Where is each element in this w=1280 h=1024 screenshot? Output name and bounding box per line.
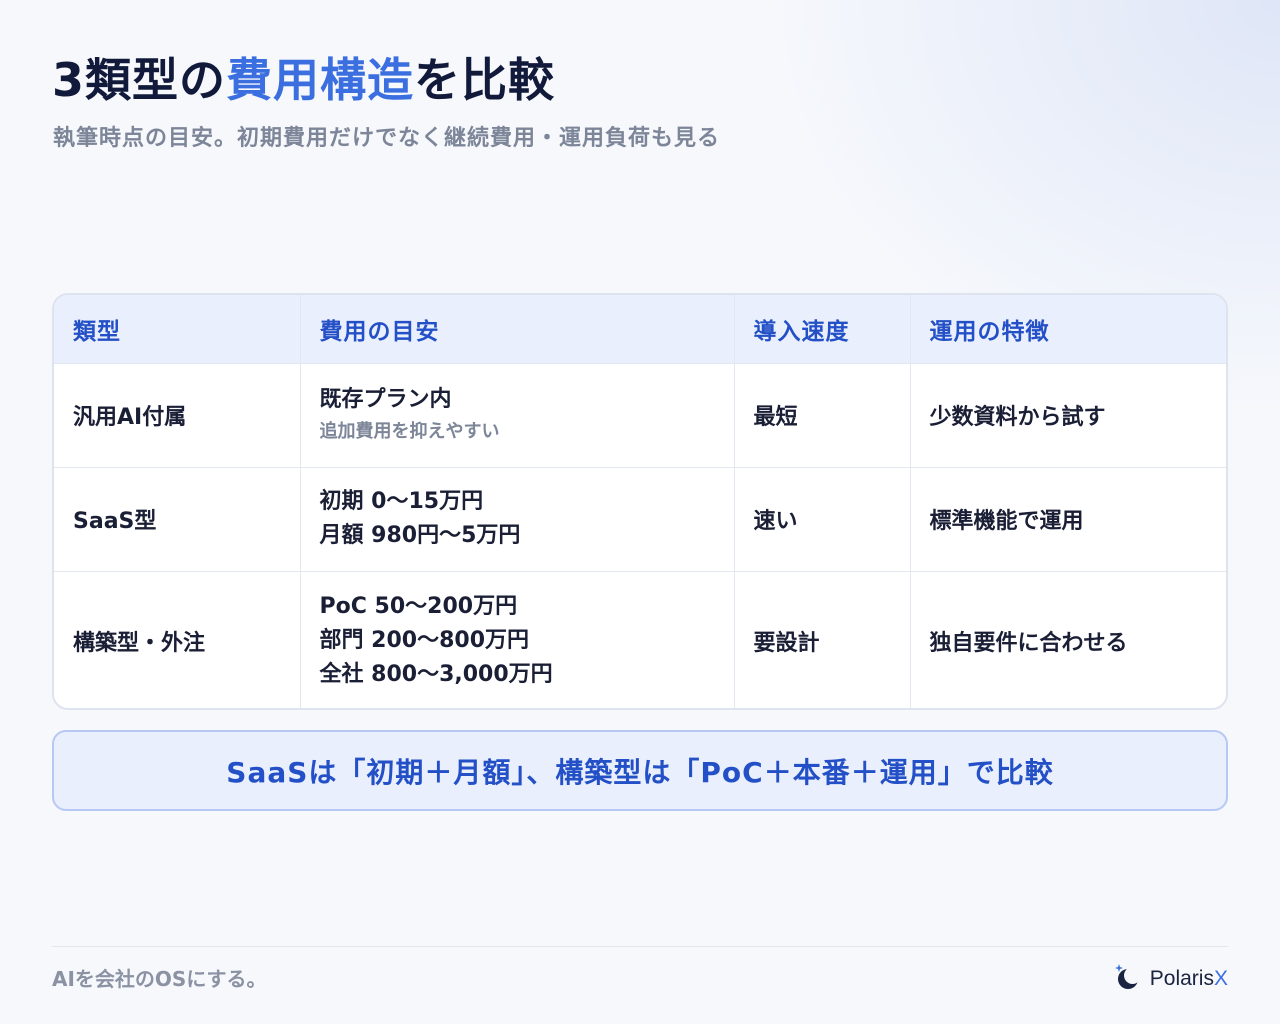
header-cost: 費用の目安 [300, 295, 735, 364]
footer-divider [52, 946, 1228, 947]
comparison-table: 類型 費用の目安 導入速度 運用の特徴 汎用AI付属 既存プラン内 追加費用を抑… [52, 293, 1228, 710]
table-row: SaaS型 初期 0〜15万円 月額 980円〜5万円 速い 標準機能で運用 [54, 467, 1226, 572]
cost-line: 月額 980円〜5万円 [319, 523, 521, 548]
moon-star-logo-icon [1112, 962, 1144, 996]
table-row: 構築型・外注 PoC 50〜200万円 部門 200〜800万円 全社 800〜… [54, 571, 1226, 708]
cell-speed: 要設計 [734, 571, 911, 708]
cell-speed: 速い [734, 467, 911, 572]
cell-speed: 最短 [734, 363, 911, 468]
cell-type: 構築型・外注 [54, 571, 301, 708]
brand-logo: PolarisX [1112, 962, 1228, 996]
cell-feature: 少数資料から試す [910, 363, 1226, 468]
cell-feature: 独自要件に合わせる [929, 630, 1128, 656]
cost-line: 既存プラン内 [319, 387, 452, 412]
title-accent: 費用構造 [226, 53, 415, 107]
footer-tagline: AIを会社のOSにする。 [52, 967, 267, 991]
page-title: 3類型の費用構造を比較 [52, 44, 555, 110]
title-suffix: を比較 [414, 53, 556, 107]
cost-line: 初期 0〜15万円 [319, 489, 484, 514]
cost-line: 全社 800〜3,000万円 [319, 661, 553, 687]
cell-cost: PoC 50〜200万円 部門 200〜800万円 全社 800〜3,000万円 [300, 571, 735, 708]
cell-feature: 標準機能で運用 [910, 467, 1226, 572]
header-type: 類型 [54, 295, 301, 364]
cost-line: 部門 200〜800万円 [319, 627, 530, 653]
page-subtitle: 執筆時点の目安。初期費用だけでなく継続費用・運用負荷も見る [53, 126, 721, 151]
cost-note: 追加費用を抑えやすい [319, 421, 500, 442]
header-speed: 導入速度 [734, 295, 911, 364]
cell-type: 汎用AI付属 [54, 363, 301, 468]
cost-line: PoC 50〜200万円 [319, 593, 518, 619]
cell-cost: 既存プラン内 追加費用を抑えやすい [300, 363, 735, 468]
table-header-row: 類型 費用の目安 導入速度 運用の特徴 [54, 295, 1226, 364]
summary-callout: SaaSは「初期＋月額」、構築型は「PoC＋本番＋運用」で比較 [52, 730, 1228, 811]
brand-name: PolarisX [1149, 967, 1228, 990]
table-row: 汎用AI付属 既存プラン内 追加費用を抑えやすい 最短 少数資料から試す [54, 363, 1226, 468]
cell-type: SaaS型 [54, 467, 301, 572]
cell-cost: 初期 0〜15万円 月額 980円〜5万円 [300, 467, 735, 572]
title-prefix: 3類型の [52, 53, 227, 107]
header-feature: 運用の特徴 [910, 295, 1226, 364]
